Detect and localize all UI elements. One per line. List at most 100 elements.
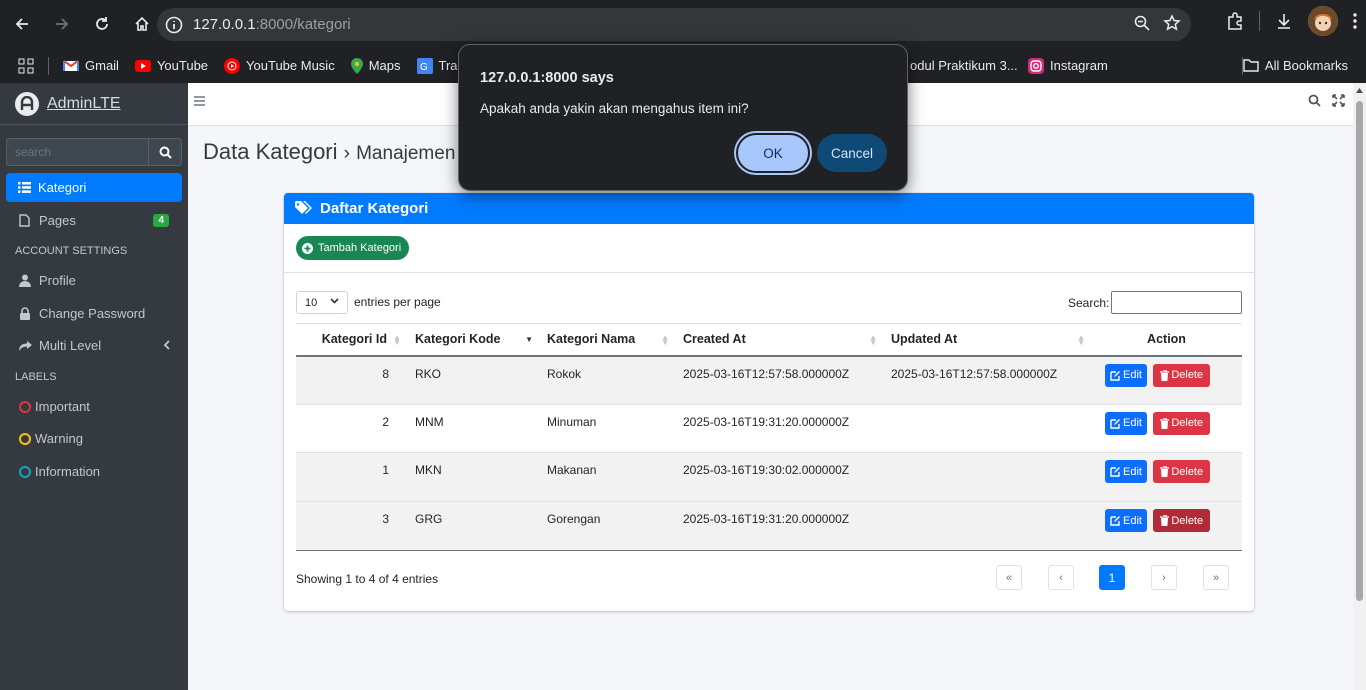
svg-text:G: G xyxy=(420,62,428,73)
cell-updated xyxy=(883,404,1091,454)
site-info-icon[interactable] xyxy=(164,15,184,35)
kategori-table: Kategori Id ▲ ▼ Kategori Kode ▼ Kategori Na… xyxy=(296,323,1242,551)
brand-text: AdminLTE xyxy=(47,94,121,112)
zoom-icon[interactable] xyxy=(1133,14,1151,32)
trash-icon xyxy=(1160,369,1170,381)
trash-icon xyxy=(1160,417,1170,429)
delete-button[interactable]: Delete xyxy=(1153,411,1211,435)
card-header: Daftar Kategori xyxy=(284,193,1254,224)
edit-icon xyxy=(1110,418,1120,429)
column-created-at[interactable]: Created At ▲ ▼ xyxy=(675,323,883,357)
bookmark-star-icon[interactable] xyxy=(1163,14,1181,32)
tambah-kategori-button[interactable]: Tambah Kategori xyxy=(296,236,410,260)
chrome-menu-icon[interactable] xyxy=(1352,12,1358,30)
dialog-message: Apakah anda yakin akan mengahus item ini… xyxy=(480,101,749,116)
sidebar-item-kategori[interactable]: Kategori xyxy=(6,173,182,202)
pagination-prev[interactable]: ‹ xyxy=(1048,565,1074,590)
adminlte-logo-icon xyxy=(15,91,39,116)
profile-avatar[interactable] xyxy=(1308,6,1338,36)
sidebar-item-important[interactable]: Important xyxy=(6,392,182,421)
bookmark-modul-praktikum[interactable]: odul Praktikum 3... xyxy=(902,53,1026,79)
cell-kode: MNM xyxy=(407,404,539,454)
page-scrollbar[interactable] xyxy=(1353,83,1366,690)
delete-button[interactable]: Delete xyxy=(1153,460,1211,484)
all-bookmarks[interactable]: All Bookmarks xyxy=(1235,52,1356,78)
file-icon xyxy=(19,214,35,227)
sidebar-item-label: Warning xyxy=(35,431,83,446)
apps-icon[interactable] xyxy=(0,53,42,79)
navbar-search-icon[interactable] xyxy=(1308,94,1321,107)
edit-button[interactable]: Edit xyxy=(1105,460,1147,484)
back-button[interactable] xyxy=(4,6,40,42)
sidebar-item-label: Information xyxy=(35,464,101,479)
sidebar-item-profile[interactable]: Profile xyxy=(6,266,182,295)
maps-icon xyxy=(350,57,363,74)
cell-id: 1 xyxy=(296,452,407,503)
sort-icon: ▲ ▼ xyxy=(661,333,669,347)
column-updated-at[interactable]: Updated At ▲ ▼ xyxy=(883,323,1091,357)
sidebar-search-input[interactable] xyxy=(6,138,148,166)
cell-kode: MKN xyxy=(407,452,539,503)
pages-count-badge: 4 xyxy=(153,214,169,227)
sidebar-item-change-password[interactable]: Change Password xyxy=(6,299,182,328)
delete-button[interactable]: Delete xyxy=(1153,509,1211,533)
column-kategori-kode[interactable]: Kategori Kode ▼ xyxy=(407,323,539,357)
chevron-left-icon xyxy=(163,340,170,350)
user-icon xyxy=(19,274,35,287)
edit-button[interactable]: Edit xyxy=(1105,411,1147,435)
sort-icon: ▲ ▼ xyxy=(869,333,877,347)
search-icon xyxy=(159,146,172,159)
pagination-last[interactable]: » xyxy=(1203,565,1229,590)
column-action: Action xyxy=(1091,323,1242,357)
instagram-icon xyxy=(1028,57,1044,74)
bookmark-divider xyxy=(48,56,49,75)
fullscreen-icon[interactable] xyxy=(1332,94,1345,107)
sidebar-item-pages[interactable]: Pages 4 xyxy=(6,206,182,235)
url-text: 127.0.0.1:8000/kategori xyxy=(193,16,351,33)
sidebar-item-multi-level[interactable]: Multi Level xyxy=(6,331,182,360)
edit-button[interactable]: Edit xyxy=(1105,363,1147,387)
toolbar-divider xyxy=(1259,11,1260,31)
sidebar-item-warning[interactable]: Warning xyxy=(6,424,182,453)
pagination-next[interactable]: › xyxy=(1151,565,1177,590)
extensions-icon[interactable] xyxy=(1225,11,1245,31)
sidebar-search-button[interactable] xyxy=(148,138,182,166)
pagination-page-1[interactable]: 1 xyxy=(1099,565,1125,590)
dialog-cancel-button[interactable]: Cancel xyxy=(817,134,887,172)
bookmark-youtube[interactable]: YouTube xyxy=(127,53,216,79)
cell-kode: GRG xyxy=(407,501,539,551)
entries-per-page-select[interactable]: 10 xyxy=(296,291,348,314)
sidebar: AdminLTE Kategori Pages 4 ACCOUNT SETTIN… xyxy=(0,83,188,690)
sidebar-item-label: Kategori xyxy=(38,180,87,195)
gmail-icon xyxy=(63,59,79,72)
bookmark-gmail[interactable]: Gmail xyxy=(55,53,127,79)
dialog-ok-button[interactable]: OK xyxy=(736,133,810,173)
brand-link[interactable]: AdminLTE xyxy=(0,83,188,125)
reload-button[interactable] xyxy=(84,6,120,42)
cell-nama: Rokok xyxy=(539,355,675,405)
confirm-dialog: 127.0.0.1:8000 says Apakah anda yakin ak… xyxy=(458,44,908,191)
column-kategori-id[interactable]: Kategori Id ▲ ▼ xyxy=(296,323,407,357)
pagination-first[interactable]: « xyxy=(996,565,1022,590)
trash-icon xyxy=(1160,515,1170,527)
cell-id: 2 xyxy=(296,404,407,454)
forward-button[interactable] xyxy=(44,6,80,42)
sort-desc-icon: ▼ xyxy=(525,335,533,344)
edit-button[interactable]: Edit xyxy=(1105,509,1147,533)
address-bar[interactable]: 127.0.0.1:8000/kategori xyxy=(157,8,1191,41)
hamburger-menu-icon[interactable] xyxy=(194,96,205,106)
browser-toolbar: 127.0.0.1:8000/kategori xyxy=(0,0,1366,48)
column-kategori-nama[interactable]: Kategori Nama ▲ ▼ xyxy=(539,323,675,357)
bookmark-instagram[interactable]: Instagram xyxy=(1020,53,1116,79)
scrollbar-thumb[interactable] xyxy=(1356,101,1363,601)
bookmark-maps[interactable]: Maps xyxy=(343,53,409,79)
table-search-input[interactable] xyxy=(1111,291,1242,314)
delete-button[interactable]: Delete xyxy=(1153,363,1211,387)
sidebar-item-information[interactable]: Information xyxy=(6,457,182,486)
scroll-up-icon[interactable] xyxy=(1356,87,1363,93)
youtube-icon xyxy=(134,59,151,72)
bookmark-youtube-music[interactable]: YouTube Music xyxy=(216,53,343,79)
downloads-icon[interactable] xyxy=(1274,11,1294,31)
sidebar-item-label: Pages xyxy=(39,213,76,228)
home-button[interactable] xyxy=(124,6,160,42)
